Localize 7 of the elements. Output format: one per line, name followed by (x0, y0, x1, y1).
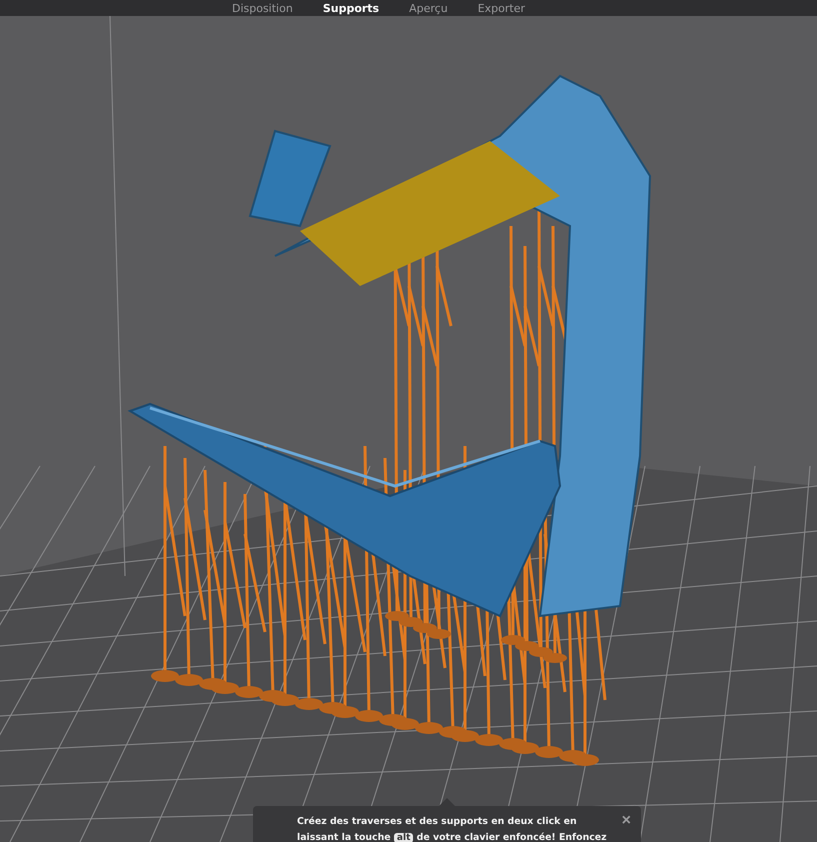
mode-tab[interactable]: Exporter (476, 2, 527, 14)
key-label: alt (394, 833, 414, 842)
close-button[interactable]: × (620, 814, 633, 828)
tip-text: Créez des traverses et des supports en deux click en laissant la touche alt de votre clavier enfoncée! Enfoncez (297, 815, 608, 842)
mode-tab[interactable]: Disposition (230, 2, 295, 14)
mode-tab[interactable]: Aperçu (407, 2, 450, 14)
mode-tab[interactable]: Supports (320, 2, 382, 14)
